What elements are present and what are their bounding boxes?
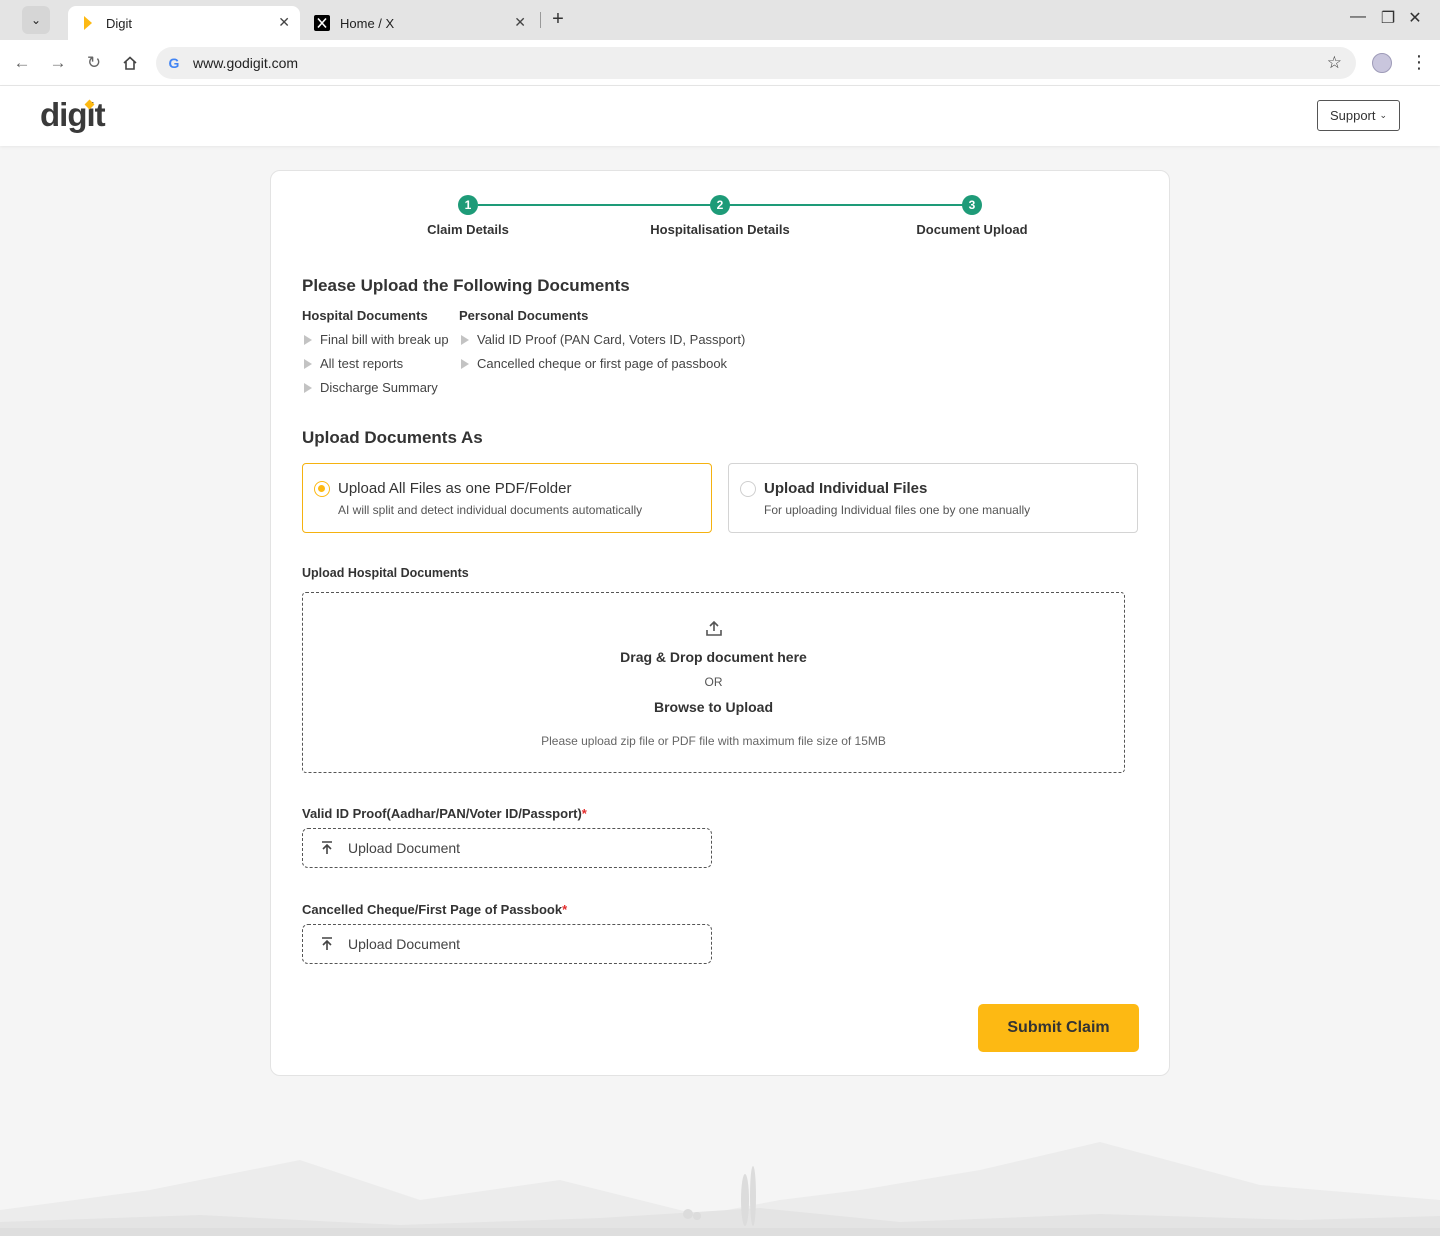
google-icon: G [168, 55, 180, 71]
list-item: Final bill with break up [304, 332, 449, 347]
hospital-documents-dropzone[interactable]: Drag & Drop document here OR Browse to U… [302, 592, 1125, 773]
new-tab-icon[interactable]: + [548, 8, 568, 31]
upload-as-title: Upload Documents As [302, 428, 483, 447]
url-text[interactable]: www.godigit.com [193, 55, 298, 71]
bookmark-star-icon[interactable]: ☆ [1327, 53, 1342, 73]
browser-tab-x[interactable]: Home / X ✕ [302, 6, 536, 40]
bullet-arrow-icon [304, 334, 312, 345]
tab-title: Digit [106, 15, 133, 31]
minimize-icon[interactable]: — [1346, 8, 1370, 26]
submit-claim-button[interactable]: Submit Claim [978, 1004, 1139, 1052]
digit-favicon-icon [80, 15, 96, 31]
upload-document-text: Upload Document [348, 936, 461, 952]
required-asterisk: * [581, 806, 587, 821]
or-text: OR [704, 675, 723, 689]
list-item: All test reports [304, 356, 403, 371]
site-header: digit Support ⌄ [0, 86, 1440, 146]
digit-logo[interactable]: digit [40, 96, 106, 134]
bullet-arrow-icon [461, 334, 469, 345]
browser-tab-digit[interactable]: Digit ✕ [68, 6, 300, 40]
browser-tab-bar: ⌄ Digit ✕ Home / X ✕ + — ❐ ✕ [0, 0, 1440, 40]
option-subtitle: AI will split and detect individual docu… [338, 503, 643, 517]
documents-title: Please Upload the Following Documents [302, 276, 630, 295]
upload-document-text: Upload Document [348, 840, 461, 856]
forward-icon[interactable]: → [47, 52, 69, 74]
back-icon[interactable]: ← [11, 52, 33, 74]
bullet-arrow-icon [304, 382, 312, 393]
upload-arrow-icon [319, 936, 335, 952]
step-2-label: Hospitalisation Details [650, 222, 790, 237]
browse-to-upload-link[interactable]: Browse to Upload [303, 699, 1124, 715]
option-title: Upload Individual Files [764, 480, 928, 497]
upload-arrow-icon [319, 840, 335, 856]
option-subtitle: For uploading Individual files one by on… [764, 503, 1031, 517]
step-2-circle: 2 [710, 195, 730, 215]
drag-drop-text: Drag & Drop document here [620, 649, 807, 665]
option-title: Upload All Files as one PDF/Folder [338, 480, 572, 497]
list-item: Valid ID Proof (PAN Card, Voters ID, Pas… [461, 332, 745, 347]
id-proof-label: Valid ID Proof(Aadhar/PAN/Voter ID/Passp… [302, 806, 587, 821]
id-proof-upload-button[interactable]: Upload Document [302, 828, 712, 868]
browser-menu-icon[interactable]: ⋮ [1410, 52, 1428, 73]
radio-unselected[interactable] [740, 481, 756, 497]
step-3-circle: 3 [962, 195, 982, 215]
tab-title: Home / X [340, 15, 395, 31]
chevron-down-icon: ⌄ [30, 13, 42, 27]
cheque-upload-button[interactable]: Upload Document [302, 924, 712, 964]
file-size-note: Please upload zip file or PDF file with … [541, 734, 886, 748]
x-logo-icon [314, 15, 330, 31]
url-bar[interactable]: G www.godigit.com ☆ [156, 47, 1356, 79]
chevron-down-icon: ⌄ [1379, 110, 1388, 120]
restore-icon[interactable]: ❐ [1376, 8, 1400, 28]
logo-text: digit [40, 96, 106, 133]
required-asterisk: * [562, 902, 568, 917]
claim-form-card: 1 2 3 Claim Details Hospitalisation Deta… [270, 170, 1170, 1076]
home-icon[interactable] [119, 52, 141, 74]
hospital-documents-heading: Hospital Documents [302, 308, 428, 323]
profile-avatar[interactable] [1372, 53, 1392, 73]
bullet-arrow-icon [461, 358, 469, 369]
reload-icon[interactable]: ↻ [83, 52, 105, 74]
tab-search-button[interactable]: ⌄ [22, 6, 50, 34]
cheque-label: Cancelled Cheque/First Page of Passbook* [302, 902, 568, 917]
step-1-circle: 1 [458, 195, 478, 215]
support-button[interactable]: Support ⌄ [1317, 100, 1400, 131]
upload-icon [705, 619, 723, 637]
personal-documents-heading: Personal Documents [459, 308, 589, 323]
step-1-label: Claim Details [427, 222, 509, 237]
step-3-label: Document Upload [916, 222, 1028, 237]
close-tab-icon[interactable]: ✕ [514, 14, 526, 31]
window-close-icon[interactable]: ✕ [1403, 8, 1427, 28]
landscape-illustration [0, 1142, 1440, 1236]
tab-separator [540, 12, 541, 28]
support-label: Support [1329, 108, 1376, 123]
hospital-upload-label: Upload Hospital Documents [302, 566, 469, 580]
close-tab-icon[interactable]: ✕ [278, 14, 290, 31]
address-bar-row: ← → ↻ G www.godigit.com ☆ ⋮ [0, 40, 1440, 86]
list-item: Cancelled cheque or first page of passbo… [461, 356, 727, 371]
upload-all-as-pdf-option[interactable]: Upload All Files as one PDF/Folder AI wi… [302, 463, 712, 533]
upload-individual-files-option[interactable]: Upload Individual Files For uploading In… [728, 463, 1138, 533]
bullet-arrow-icon [304, 358, 312, 369]
list-item: Discharge Summary [304, 380, 438, 395]
radio-selected[interactable] [314, 481, 330, 497]
